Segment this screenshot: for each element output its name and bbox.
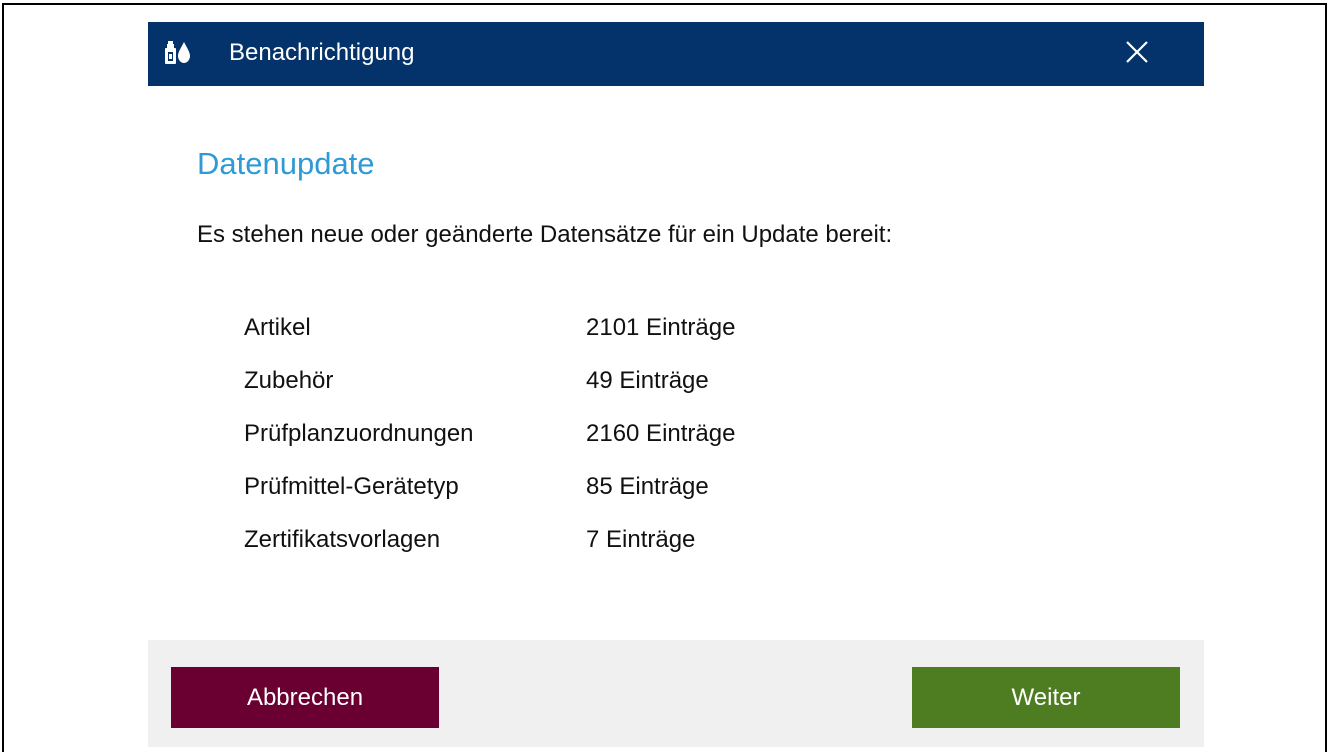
- entry-count: 2160 Einträge: [586, 420, 736, 447]
- list-item: Artikel 2101 Einträge: [244, 313, 944, 353]
- notification-dialog: Benachrichtigung Datenupdate Es stehen n…: [148, 22, 1204, 747]
- entry-name: Artikel: [244, 314, 311, 341]
- entry-count: 7 Einträge: [586, 526, 696, 553]
- dialog-heading: Datenupdate: [197, 146, 375, 181]
- cancel-button[interactable]: Abbrechen: [171, 667, 439, 728]
- list-item: Prüfmittel-Gerätetyp 85 Einträge: [244, 472, 944, 512]
- update-message: Es stehen neue oder geänderte Datensätze…: [197, 221, 893, 248]
- entry-name: Prüfmittel-Gerätetyp: [244, 473, 459, 500]
- title-bar: Benachrichtigung: [148, 22, 1204, 86]
- next-button[interactable]: Weiter: [912, 667, 1180, 728]
- close-icon: [1125, 40, 1149, 69]
- list-item: Prüfplanzuordnungen 2160 Einträge: [244, 419, 944, 459]
- entry-name: Zertifikatsvorlagen: [244, 526, 441, 553]
- entry-count: 85 Einträge: [586, 473, 709, 500]
- entry-count: 2101 Einträge: [586, 314, 736, 341]
- entry-name: Prüfplanzuordnungen: [244, 420, 474, 447]
- dialog-title: Benachrichtigung: [229, 39, 415, 66]
- dialog-footer: Abbrechen Weiter: [148, 640, 1204, 747]
- list-item: Zubehör 49 Einträge: [244, 366, 944, 406]
- close-button[interactable]: [1114, 32, 1160, 76]
- entry-count: 49 Einträge: [586, 367, 709, 394]
- list-item: Zertifikatsvorlagen 7 Einträge: [244, 525, 944, 565]
- entry-name: Zubehör: [244, 367, 334, 394]
- bottle-drop-icon: [164, 40, 192, 66]
